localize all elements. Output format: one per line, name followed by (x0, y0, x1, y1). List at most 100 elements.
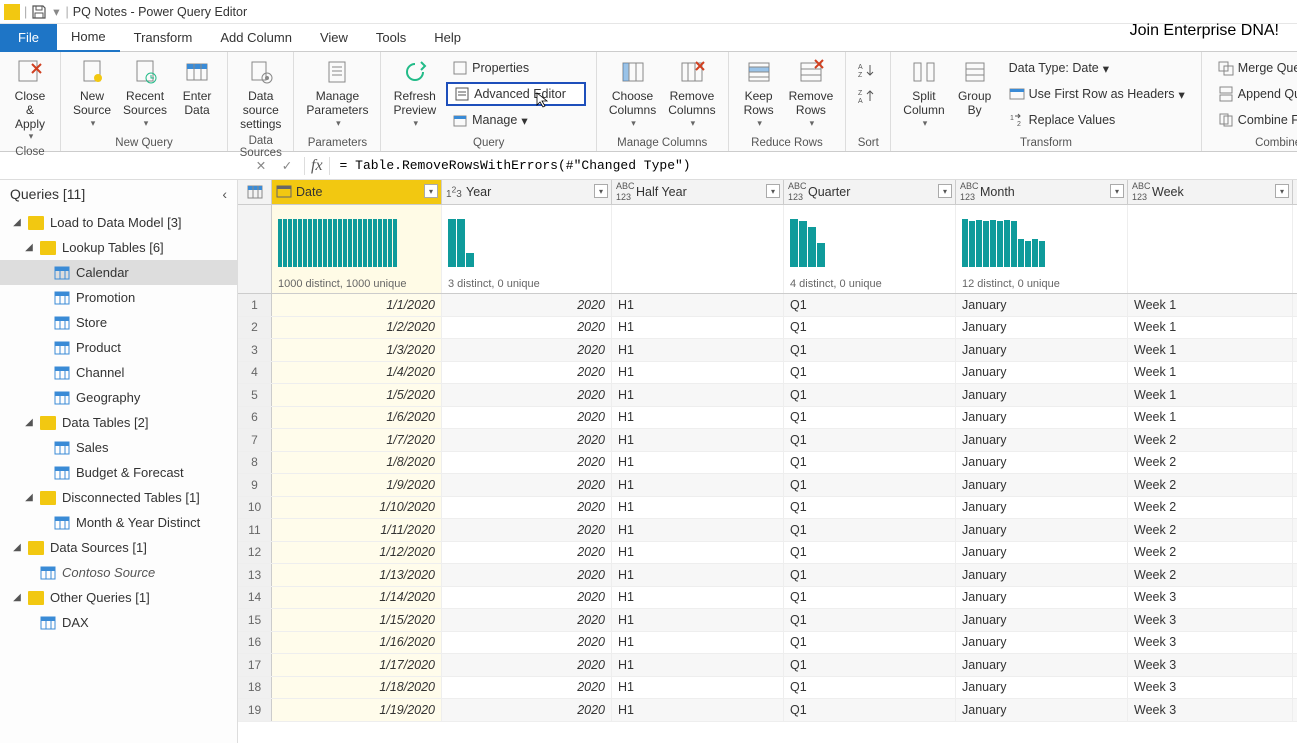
sidebar-query[interactable]: Channel (0, 360, 237, 385)
recent-sources-button[interactable]: Recent Sources▾ (117, 54, 173, 130)
fx-icon[interactable]: fx (304, 157, 330, 175)
cell-half[interactable]: H1 (612, 677, 784, 699)
data-type-button[interactable]: Data Type: Date▾ (1003, 56, 1191, 80)
cell-week[interactable]: Week 1 (1128, 317, 1293, 339)
chevron-down-icon[interactable]: ▾ (53, 4, 59, 19)
manage-parameters-button[interactable]: Manage Parameters▾ (300, 54, 374, 130)
save-icon[interactable] (31, 4, 47, 20)
cell-date[interactable]: 1/13/2020 (272, 564, 442, 586)
cell-week[interactable]: Week 2 (1128, 429, 1293, 451)
close-apply-button[interactable]: Close & Apply▾ (6, 54, 54, 144)
cell-half[interactable]: H1 (612, 407, 784, 429)
cell-year[interactable]: 2020 (442, 384, 612, 406)
cell-half[interactable]: H1 (612, 384, 784, 406)
cell-week[interactable]: Week 3 (1128, 609, 1293, 631)
table-row[interactable]: 131/13/20202020H1Q1JanuaryWeek 2 (238, 564, 1297, 587)
table-row[interactable]: 91/9/20202020H1Q1JanuaryWeek 2 (238, 474, 1297, 497)
table-row[interactable]: 121/12/20202020H1Q1JanuaryWeek 2 (238, 542, 1297, 565)
cell-quarter[interactable]: Q1 (784, 677, 956, 699)
filter-dropdown-icon[interactable]: ▾ (594, 184, 608, 198)
cell-date[interactable]: 1/9/2020 (272, 474, 442, 496)
sidebar-query[interactable]: DAX (0, 610, 237, 635)
cell-half[interactable]: H1 (612, 339, 784, 361)
cell-date[interactable]: 1/17/2020 (272, 654, 442, 676)
keep-rows-button[interactable]: Keep Rows▾ (735, 54, 783, 130)
cell-half[interactable]: H1 (612, 699, 784, 721)
table-row[interactable]: 21/2/20202020H1Q1JanuaryWeek 1 (238, 317, 1297, 340)
merge-queries-button[interactable]: Merge Queries▾ (1212, 56, 1297, 80)
tab-home[interactable]: Home (57, 24, 120, 52)
cell-year[interactable]: 2020 (442, 632, 612, 654)
filter-dropdown-icon[interactable]: ▾ (424, 184, 438, 198)
cell-date[interactable]: 1/15/2020 (272, 609, 442, 631)
cell-week[interactable]: Week 2 (1128, 474, 1293, 496)
cell-date[interactable]: 1/3/2020 (272, 339, 442, 361)
choose-columns-button[interactable]: Choose Columns▾ (603, 54, 662, 130)
filter-dropdown-icon[interactable]: ▾ (1275, 184, 1289, 198)
tab-tools[interactable]: Tools (362, 24, 420, 52)
cell-date[interactable]: 1/19/2020 (272, 699, 442, 721)
data-source-settings-button[interactable]: Data source settings (234, 54, 287, 133)
cell-month[interactable]: January (956, 497, 1128, 519)
cell-month[interactable]: January (956, 654, 1128, 676)
sidebar-query[interactable]: Calendar (0, 260, 237, 285)
cell-date[interactable]: 1/8/2020 (272, 452, 442, 474)
cell-year[interactable]: 2020 (442, 587, 612, 609)
cell-date[interactable]: 1/16/2020 (272, 632, 442, 654)
cell-quarter[interactable]: Q1 (784, 654, 956, 676)
cell-half[interactable]: H1 (612, 632, 784, 654)
collapse-icon[interactable]: ‹ (222, 186, 227, 202)
cell-week[interactable]: Week 2 (1128, 452, 1293, 474)
manage-button[interactable]: Manage▾ (446, 108, 586, 132)
tab-add-column[interactable]: Add Column (206, 24, 306, 52)
cell-half[interactable]: H1 (612, 294, 784, 316)
append-queries-button[interactable]: Append Queries▾ (1212, 82, 1297, 106)
cell-quarter[interactable]: Q1 (784, 699, 956, 721)
cell-year[interactable]: 2020 (442, 519, 612, 541)
cell-date[interactable]: 1/11/2020 (272, 519, 442, 541)
filter-dropdown-icon[interactable]: ▾ (1110, 184, 1124, 198)
cell-quarter[interactable]: Q1 (784, 317, 956, 339)
sidebar-folder[interactable]: ◢Data Tables [2] (0, 410, 237, 435)
cell-date[interactable]: 1/1/2020 (272, 294, 442, 316)
cell-half[interactable]: H1 (612, 429, 784, 451)
cell-half[interactable]: H1 (612, 564, 784, 586)
table-icon-header[interactable] (238, 180, 272, 204)
cell-quarter[interactable]: Q1 (784, 429, 956, 451)
table-row[interactable]: 171/17/20202020H1Q1JanuaryWeek 3 (238, 654, 1297, 677)
combine-files-button[interactable]: Combine Files (1212, 108, 1297, 132)
cell-year[interactable]: 2020 (442, 317, 612, 339)
enter-data-button[interactable]: Enter Data (173, 54, 221, 120)
cell-month[interactable]: January (956, 587, 1128, 609)
cell-year[interactable]: 2020 (442, 497, 612, 519)
table-row[interactable]: 181/18/20202020H1Q1JanuaryWeek 3 (238, 677, 1297, 700)
refresh-preview-button[interactable]: Refresh Preview▾ (387, 54, 442, 130)
cell-half[interactable]: H1 (612, 587, 784, 609)
sort-desc-button[interactable]: ZA (856, 84, 880, 108)
column-header-date[interactable]: Date▾ (272, 180, 442, 204)
cell-week[interactable]: Week 1 (1128, 294, 1293, 316)
cell-year[interactable]: 2020 (442, 474, 612, 496)
cell-half[interactable]: H1 (612, 609, 784, 631)
cell-date[interactable]: 1/7/2020 (272, 429, 442, 451)
column-header-year[interactable]: 123Year▾ (442, 180, 612, 204)
cell-year[interactable]: 2020 (442, 699, 612, 721)
cell-year[interactable]: 2020 (442, 654, 612, 676)
cell-month[interactable]: January (956, 407, 1128, 429)
cell-quarter[interactable]: Q1 (784, 587, 956, 609)
column-header-half-year[interactable]: ABC123Half Year▾ (612, 180, 784, 204)
cell-half[interactable]: H1 (612, 362, 784, 384)
cell-half[interactable]: H1 (612, 474, 784, 496)
cell-week[interactable]: Week 1 (1128, 407, 1293, 429)
cell-half[interactable]: H1 (612, 542, 784, 564)
cell-month[interactable]: January (956, 339, 1128, 361)
tab-transform[interactable]: Transform (120, 24, 207, 52)
sidebar-query[interactable]: Geography (0, 385, 237, 410)
table-row[interactable]: 81/8/20202020H1Q1JanuaryWeek 2 (238, 452, 1297, 475)
cell-month[interactable]: January (956, 519, 1128, 541)
sidebar-query[interactable]: Month & Year Distinct (0, 510, 237, 535)
cell-quarter[interactable]: Q1 (784, 362, 956, 384)
replace-values-button[interactable]: 12 Replace Values (1003, 108, 1191, 132)
column-header-month[interactable]: ABC123Month▾ (956, 180, 1128, 204)
cell-month[interactable]: January (956, 632, 1128, 654)
